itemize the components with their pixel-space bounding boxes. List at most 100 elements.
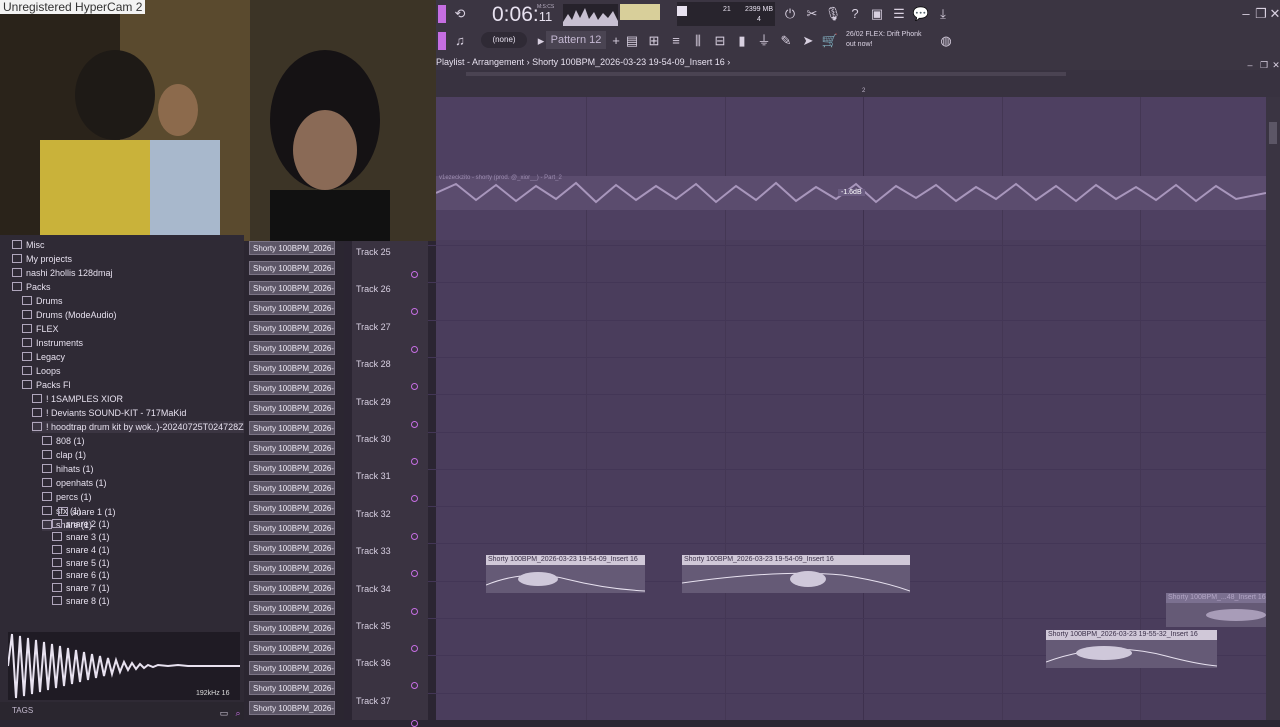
browser-icon[interactable]: ⊟ xyxy=(710,32,730,50)
track-mute-dot[interactable] xyxy=(411,458,418,465)
picker-clip-item[interactable]: Shorty 100BPM_2026-03... xyxy=(249,241,335,255)
picker-clip-item[interactable]: Shorty 100BPM_2026-03... xyxy=(249,581,335,595)
mixer-icon[interactable]: ☰ xyxy=(889,5,909,23)
browser-item[interactable]: snare 5 (1) xyxy=(52,557,110,569)
picker-clip-item[interactable]: Shorty 100BPM_2026-03... xyxy=(249,701,335,715)
browser-item[interactable]: Misc xyxy=(12,239,45,251)
track-mute-dot[interactable] xyxy=(411,420,418,428)
pencil-icon[interactable]: ✎ xyxy=(776,32,796,50)
browser-item[interactable]: openhats (1) xyxy=(42,477,107,489)
picker-clip-item[interactable]: Shorty 100BPM_2026-03... xyxy=(249,621,335,635)
browser-item[interactable]: My projects xyxy=(12,253,72,265)
picker-clip-item[interactable]: Shorty 100BPM_2026-03... xyxy=(249,401,335,415)
track-header[interactable]: Track 26 xyxy=(356,284,391,294)
browser-item[interactable]: Packs xyxy=(12,281,51,293)
track-mute-dot[interactable] xyxy=(411,719,418,727)
track-header[interactable]: Track 33 xyxy=(356,546,391,556)
mixer-view-icon[interactable]: ⫼ xyxy=(688,32,708,50)
snap-select[interactable]: (none) xyxy=(481,32,527,48)
picker-clip-item[interactable]: Shorty 100BPM_2026-03... xyxy=(249,641,335,655)
browser-item[interactable]: snare 7 (1) xyxy=(52,582,110,594)
save-icon[interactable]: ▣ xyxy=(867,5,887,23)
browser-item[interactable]: ! Deviants SOUND-KIT - 717MaKid xyxy=(32,407,186,419)
browser-item[interactable]: Packs Fl xyxy=(22,379,71,391)
browser-item[interactable]: snare 4 (1) xyxy=(52,544,110,556)
track-mute-dot[interactable] xyxy=(411,383,418,391)
picker-clip-item[interactable]: Shorty 100BPM_2026-03... xyxy=(249,421,335,435)
picker-clip-item[interactable]: Shorty 100BPM_2026-03... xyxy=(249,281,335,295)
track-mute-dot[interactable] xyxy=(411,345,418,353)
piano-roll-icon[interactable]: ⊞ xyxy=(644,32,664,50)
track-header[interactable]: Track 28 xyxy=(356,359,391,369)
cpu-icon[interactable]: ⏻ xyxy=(780,5,800,23)
microphone-icon[interactable]: 🎙 xyxy=(823,5,843,23)
news-ticker[interactable]: 26/02 FLEX: Drift Phonk out now! xyxy=(846,30,922,50)
track-header[interactable]: Track 37 xyxy=(356,696,391,706)
vertical-scrollbar[interactable] xyxy=(1266,97,1280,720)
track-mute-dot[interactable] xyxy=(411,532,418,540)
browser-item[interactable]: snare 3 (1) xyxy=(52,531,110,543)
download-icon[interactable]: ⤓ xyxy=(933,5,953,23)
picker-clip-item[interactable]: Shorty 100BPM_2026-03... xyxy=(249,541,335,555)
picker-clip-item[interactable]: Shorty 100BPM_2026-03... xyxy=(249,561,335,575)
track-mute-dot[interactable] xyxy=(411,682,418,690)
browser-item[interactable]: 808 (1) xyxy=(42,435,85,447)
browser-item[interactable]: snare 2 (1) xyxy=(52,518,110,530)
track-header[interactable]: Track 36 xyxy=(356,658,391,668)
plug-icon[interactable]: ⏚ xyxy=(754,32,774,50)
picker-clip-item[interactable]: Shorty 100BPM_2026-03... xyxy=(249,481,335,495)
audio-clip[interactable]: Shorty 100BPM_2026-03-23 19-54-09_Insert… xyxy=(485,555,646,593)
picker-clip-item[interactable]: Shorty 100BPM_2026-03... xyxy=(249,661,335,675)
sample-preview-waveform[interactable]: 192kHz 16 xyxy=(7,632,240,700)
master-volume-meter[interactable] xyxy=(620,4,660,20)
playlist-grid-top[interactable] xyxy=(436,97,1266,240)
browser-item[interactable]: Instruments xyxy=(22,337,83,349)
loop-icon[interactable]: ⟲ xyxy=(450,5,470,23)
browser-item[interactable]: snare 8 (1) xyxy=(52,595,110,607)
browser-item[interactable]: nashi 2hollis 128dmaj xyxy=(12,267,113,279)
track-mute-dot[interactable] xyxy=(411,607,418,615)
browser-item[interactable]: Loops xyxy=(22,365,61,377)
horizontal-scrollbar[interactable] xyxy=(466,72,1066,76)
browser-item[interactable]: ! hoodtrap drum kit by wok..)-20240725T0… xyxy=(32,421,262,433)
track-header[interactable]: Track 29 xyxy=(356,397,391,407)
mode-indicator[interactable] xyxy=(438,32,446,50)
scroll-thumb[interactable] xyxy=(1269,122,1277,144)
cut-icon[interactable]: ✂ xyxy=(802,5,822,23)
bird-icon[interactable]: ➤ xyxy=(798,32,818,50)
plugin-icon[interactable]: ▮ xyxy=(732,32,752,50)
track-mute-dot[interactable] xyxy=(411,495,418,503)
picker-clip-item[interactable]: Shorty 100BPM_2026-03... xyxy=(249,501,335,515)
picker-clip-item[interactable]: Shorty 100BPM_2026-03... xyxy=(249,261,335,275)
help-icon[interactable]: ? xyxy=(845,5,865,23)
track-header[interactable]: Track 32 xyxy=(356,509,391,519)
track-header[interactable]: Track 31 xyxy=(356,471,391,481)
pattern-select[interactable]: Pattern 12 xyxy=(546,31,606,49)
audio-clip[interactable]: Shorty 100BPM_2026-03-23 19-55-32_Insert… xyxy=(1045,630,1218,668)
globe-icon[interactable]: ◍ xyxy=(936,32,956,50)
browser-item[interactable]: ! 1SAMPLES XIOR xyxy=(32,393,123,405)
picker-clip-item[interactable]: Shorty 100BPM_2026-03... xyxy=(249,601,335,615)
browser-item[interactable]: snare 6 (1) xyxy=(52,569,110,581)
browser-item[interactable]: Drums xyxy=(22,295,63,307)
audio-clip[interactable]: Shorty 100BPM_2026-03-23 19-54-09_Insert… xyxy=(681,555,911,593)
picker-clip-item[interactable]: Shorty 100BPM_2026-03... xyxy=(249,681,335,695)
browser-item[interactable]: Legacy xyxy=(22,351,65,363)
picker-clip-item[interactable]: Shorty 100BPM_2026-03... xyxy=(249,341,335,355)
playlist-icon[interactable]: ▤ xyxy=(622,32,642,50)
channel-rack-icon[interactable]: ≡ xyxy=(666,32,686,50)
picker-clip-item[interactable]: Shorty 100BPM_2026-03... xyxy=(249,381,335,395)
browser-item[interactable]: hihats (1) xyxy=(42,463,94,475)
play-indicator[interactable] xyxy=(438,5,446,23)
browser-item[interactable]: clap (1) xyxy=(42,449,86,461)
audio-clip[interactable]: Shorty 100BPM_...48_Insert 16 xyxy=(1166,593,1266,627)
track-mute-dot[interactable] xyxy=(411,570,418,578)
track-header[interactable]: Track 25 xyxy=(356,247,391,257)
picker-clip-item[interactable]: Shorty 100BPM_2026-03... xyxy=(249,321,335,335)
picker-clip-item[interactable]: Shorty 100BPM_2026-03... xyxy=(249,361,335,375)
browser-item[interactable]: snare 1 (1) xyxy=(58,506,116,518)
browser-item[interactable]: percs (1) xyxy=(42,491,92,503)
track-header[interactable]: Track 30 xyxy=(356,434,391,444)
track-header[interactable]: Track 34 xyxy=(356,584,391,594)
track-mute-dot[interactable] xyxy=(411,645,418,652)
